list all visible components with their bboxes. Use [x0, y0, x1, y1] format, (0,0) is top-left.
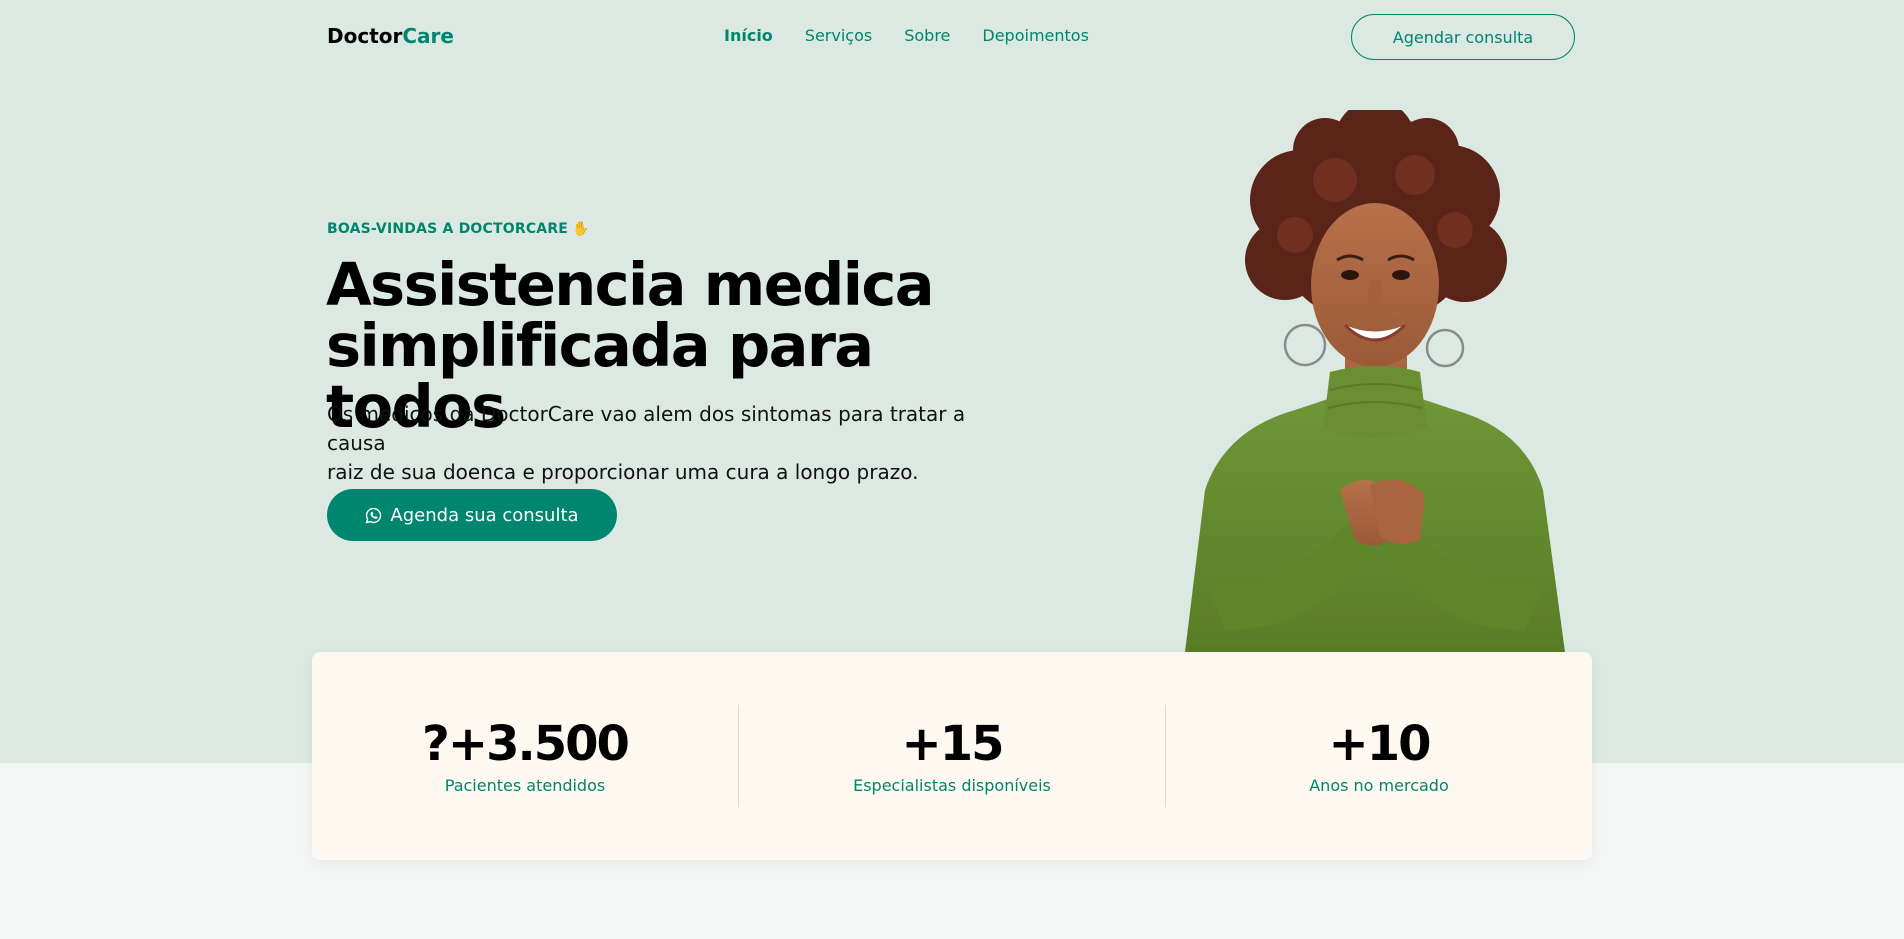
hero-description: Os medicos da DoctorCare vao alem dos si…: [327, 400, 1007, 487]
description-line-2: raiz de sua doenca e proporcionar uma cu…: [327, 460, 919, 484]
stat-value: +10: [1328, 715, 1431, 772]
nav-link-sobre[interactable]: Sobre: [904, 26, 950, 45]
main-menu: Início Serviços Sobre Depoimentos: [724, 26, 1089, 45]
description-line-1: Os medicos da DoctorCare vao alem dos si…: [327, 402, 966, 455]
stat-specialists: +15 Especialistas disponíveis: [738, 705, 1165, 807]
eyebrow-text: BOAS-VINDAS A DOCTORCARE: [327, 221, 569, 237]
waving-hand-icon: ✋: [572, 221, 590, 237]
book-consultation-button[interactable]: Agenda sua consulta: [327, 489, 617, 541]
whatsapp-icon: [366, 507, 382, 523]
hero-eyebrow: BOAS-VINDAS A DOCTORCARE ✋: [327, 221, 590, 237]
stat-value: +15: [901, 715, 1004, 772]
stat-label: Anos no mercado: [1309, 775, 1449, 795]
woman-illustration: [1185, 110, 1565, 652]
nav-link-depoimentos[interactable]: Depoimentos: [982, 26, 1089, 45]
stat-years: +10 Anos no mercado: [1165, 705, 1592, 807]
schedule-appointment-button[interactable]: Agendar consulta: [1351, 14, 1575, 60]
logo-text-doctor: Doctor: [327, 24, 403, 48]
logo-text-care: Care: [402, 24, 454, 48]
book-consultation-label: Agenda sua consulta: [390, 504, 579, 526]
stat-label: Especialistas disponíveis: [853, 775, 1051, 795]
nav-link-inicio[interactable]: Início: [724, 26, 773, 45]
stat-value: ?+3.500: [422, 715, 630, 772]
statistics-card: ?+3.500 Pacientes atendidos +15 Especial…: [312, 652, 1592, 860]
stat-label: Pacientes atendidos: [444, 775, 606, 795]
stat-patients: ?+3.500 Pacientes atendidos: [312, 705, 738, 807]
logo[interactable]: DoctorCare: [327, 24, 454, 48]
nav-link-servicos[interactable]: Serviços: [805, 26, 872, 45]
headline-line-1: Assistencia medica: [326, 250, 935, 319]
top-navigation: DoctorCare Início Serviços Sobre Depoime…: [0, 0, 1904, 74]
hero-photo-smiling-woman: [1165, 110, 1580, 652]
